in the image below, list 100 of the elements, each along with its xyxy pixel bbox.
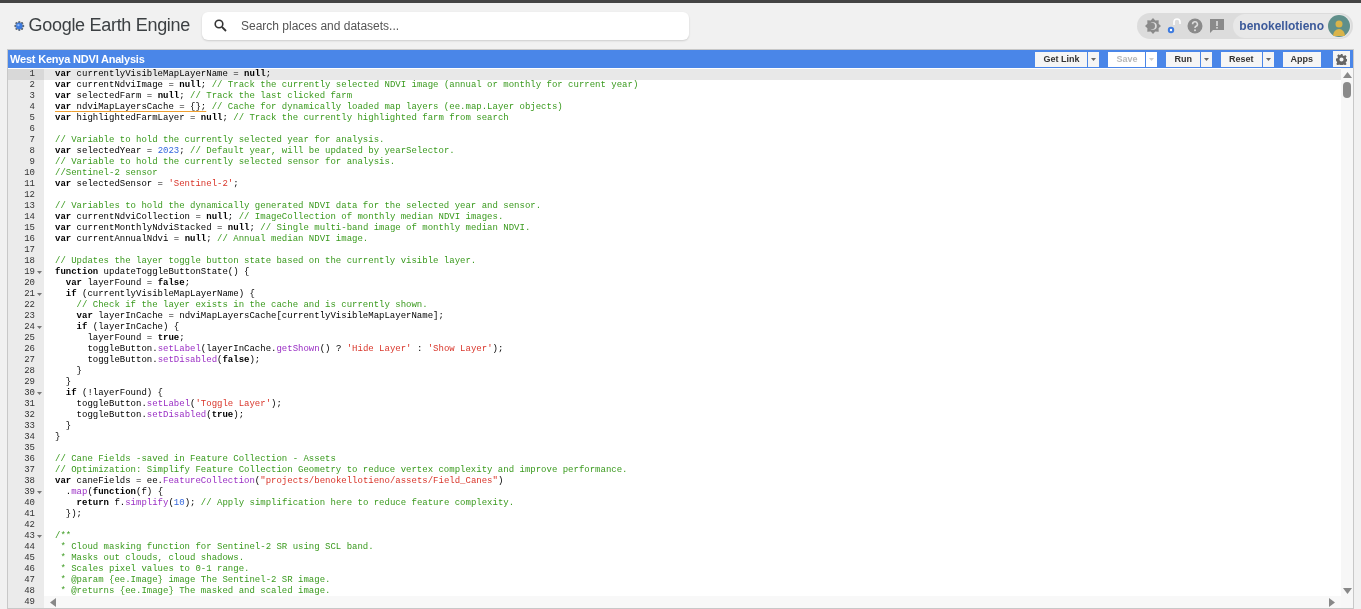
code-line: function updateToggleButtonState() { — [55, 267, 250, 277]
line-number: 39 — [23, 487, 35, 498]
script-title: West Kenya NDVI Analysis — [10, 51, 145, 67]
line-number: 33 — [23, 421, 35, 432]
code-line: if (!layerFound) { — [64, 388, 164, 398]
line-number: 41 — [23, 509, 35, 520]
code-line: var currentNdviCollection = null; // ImageCollection of monthly median NDVI images. — [55, 212, 504, 222]
dropdown-button[interactable] — [1262, 51, 1274, 67]
code-line: * @param {ee.Image} image The Sentinel-2 SR image. — [59, 575, 331, 585]
line-number: 38 — [23, 476, 35, 487]
code-line: // Variable to hold the currently selected year for analysis. — [55, 135, 385, 145]
dropdown-button[interactable] — [1201, 51, 1212, 67]
code-line: var highlightedFarmLayer = null; // Track the currently highlighted farm from search — [55, 113, 509, 123]
caret-icon — [1091, 57, 1097, 61]
code-line: var currentMonthlyNdviStacked = null; // Single multi-band image of monthly median NDVI. — [55, 223, 531, 233]
code-line: var selectedYear = 2023; // Default year, will be updated by yearSelector. — [55, 146, 455, 156]
line-number: 15 — [23, 223, 35, 234]
line-number: 16 — [23, 234, 35, 245]
scroll-right-icon[interactable] — [1329, 597, 1335, 607]
line-number: 26 — [23, 344, 35, 355]
line-number: 20 — [23, 278, 35, 289]
caret-icon — [1265, 57, 1271, 61]
code-line: var layerInCache = ndviMapLayersCache[currentlyVisibleMapLayerName]; — [75, 311, 444, 321]
line-number: 11 — [23, 179, 35, 190]
toolbar-button[interactable]: Reset — [1221, 51, 1262, 67]
app-title: Google Earth Engine — [28, 14, 190, 37]
line-number: 25 — [23, 333, 35, 344]
toolbar-button[interactable]: Get Link — [1035, 51, 1088, 67]
line-number: 46 — [23, 564, 35, 575]
code-line: var currentAnnualNdvi = null; // Annual median NDVI image. — [55, 234, 369, 244]
code-line: toggleButton.setLabel('Toggle Layer'); — [75, 399, 282, 409]
line-number: 2 — [28, 80, 35, 91]
line-number: 13 — [23, 201, 35, 212]
scrollbar-thumb[interactable] — [1343, 82, 1351, 98]
unlock-icon[interactable] — [1167, 17, 1182, 34]
line-number: 12 — [23, 190, 35, 201]
fold-icon[interactable] — [37, 293, 42, 296]
code-line: /** — [55, 531, 72, 541]
avatar-icon[interactable] — [1328, 14, 1350, 37]
line-number: 6 — [28, 124, 35, 135]
horizontal-scrollbar[interactable] — [44, 596, 1341, 608]
code-line: var caneFields = ee.FeatureCollection("projects/benokellotieno/assets/Field_Canes") — [55, 476, 504, 486]
line-number: 30 — [23, 388, 35, 399]
code-line: var selectedFarm = null; // Track the last clicked farm — [55, 91, 353, 101]
code-line: // Check if the layer exists in the cache and is currently shown. — [75, 300, 428, 310]
line-number: 9 — [28, 157, 35, 168]
line-number: 3 — [28, 91, 35, 102]
caret-icon — [1149, 57, 1155, 61]
line-number: 17 — [23, 245, 35, 256]
line-number: 42 — [23, 520, 35, 531]
vertical-scrollbar[interactable] — [1341, 68, 1353, 608]
fold-icon[interactable] — [37, 535, 42, 538]
scroll-down-icon[interactable] — [1342, 588, 1352, 594]
line-number: 45 — [23, 553, 35, 564]
line-number: 24 — [23, 322, 35, 333]
scroll-up-icon[interactable] — [1342, 72, 1352, 78]
dropdown-button[interactable] — [1088, 51, 1100, 67]
line-number: 23 — [23, 311, 35, 322]
line-number: 47 — [23, 575, 35, 586]
line-number: 31 — [23, 399, 35, 410]
code-line: } — [64, 377, 72, 387]
code-line: * @returns {ee.Image} The masked and scaled image. — [59, 586, 331, 596]
code-line: toggleButton.setDisabled(true); — [75, 410, 245, 420]
line-number: 1 — [28, 69, 35, 80]
toolbar-button[interactable]: Apps — [1282, 51, 1321, 67]
code-line: return f.simplify(10); // Apply simplification here to reduce feature complexity. — [75, 498, 515, 508]
code-line: }); — [64, 509, 82, 519]
code-line: if (layerInCache) { — [75, 322, 180, 332]
code-line: var ndviMapLayersCache = {}; // Cache for dynamically loaded map layers (ee.map.Layer objects) — [55, 102, 563, 112]
code-line: * Cloud masking function for Sentinel-2 SR using SCL band. — [59, 542, 374, 552]
code-line: // Optimization: Simplify Feature Collection Geometry to reduce vertex complexity and improve performance. — [55, 465, 628, 475]
code-line: } — [75, 366, 82, 376]
line-number: 28 — [23, 366, 35, 377]
settings-button[interactable] — [1333, 51, 1350, 67]
line-number: 27 — [23, 355, 35, 366]
scroll-left-icon[interactable] — [50, 597, 56, 607]
fold-icon[interactable] — [37, 491, 42, 494]
line-number: 14 — [23, 212, 35, 223]
help-icon[interactable] — [1187, 17, 1204, 34]
fold-icon[interactable] — [37, 271, 42, 274]
brightness-icon[interactable] — [1145, 17, 1162, 34]
code-line: * Scales pixel values to 0-1 range. — [59, 564, 250, 574]
feedback-icon[interactable] — [1209, 17, 1226, 34]
line-number: 4 — [28, 102, 35, 113]
toolbar-button[interactable]: Run — [1166, 51, 1200, 67]
line-number: 48 — [23, 586, 35, 597]
fold-icon[interactable] — [37, 326, 42, 329]
code-line: toggleButton.setLabel(layerInCache.getShown() ? 'Hide Layer' : 'Show Layer'); — [86, 344, 504, 354]
caret-icon — [1204, 57, 1209, 61]
line-number: 32 — [23, 410, 35, 421]
line-number: 29 — [23, 377, 35, 388]
code-line: //Sentinel-2 sensor — [55, 168, 158, 178]
line-number: 43 — [23, 531, 35, 542]
fold-icon[interactable] — [37, 392, 42, 395]
line-number: 8 — [28, 146, 35, 157]
search-icon — [214, 19, 227, 32]
line-number: 40 — [23, 498, 35, 509]
code-line: // Variables to hold the dynamically generated NDVI data for the selected year and sensor. — [55, 201, 542, 211]
line-number: 36 — [23, 454, 35, 465]
line-number: 7 — [28, 135, 35, 146]
